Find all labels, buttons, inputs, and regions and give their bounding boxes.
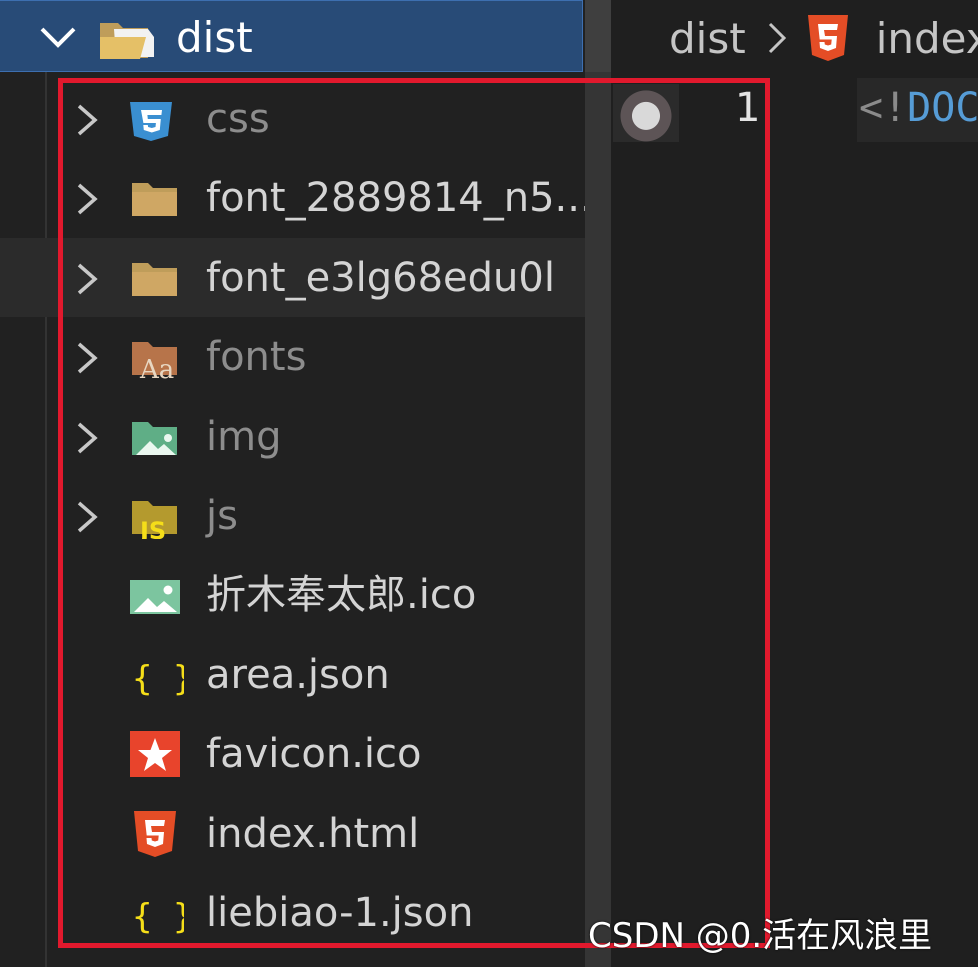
image-file-icon (130, 580, 180, 615)
editor-pane: dist index 1 <!DOC (611, 0, 978, 967)
svg-text:{ }: { } (132, 897, 184, 936)
breadcrumb: dist index (669, 10, 978, 66)
chevron-right-icon[interactable] (74, 341, 100, 375)
breadcrumb-folder[interactable]: dist (669, 14, 746, 63)
file-explorer: dist css font_2889814_n5... font_e3lg68edu… (0, 0, 593, 967)
explorer-item-label: font_2889814_n5... (206, 175, 593, 222)
explorer-item-label: liebiao-1.json (206, 890, 474, 936)
code-line[interactable]: <!DOC (859, 84, 978, 132)
explorer-item[interactable]: font_e3lg68edu0l (0, 237, 585, 317)
explorer-item[interactable]: img (0, 397, 585, 476)
explorer-item[interactable]: css (0, 79, 585, 158)
folder-dist-header[interactable]: dist (0, 0, 583, 72)
explorer-item[interactable]: font_2889814_n5... (0, 158, 593, 237)
watermark: CSDN @0.活在风浪里 (588, 916, 933, 956)
folder-open-icon (100, 23, 154, 59)
explorer-item[interactable]: { } area.json (0, 635, 585, 714)
folder-icon (132, 262, 177, 296)
svg-text:JS: JS (138, 517, 166, 539)
folder-icon (132, 183, 177, 217)
chevron-down-icon (40, 27, 76, 48)
svg-text:Aa: Aa (139, 355, 174, 380)
svg-text:{ }: { } (132, 659, 184, 698)
scrollbar-thumb[interactable] (585, 0, 611, 72)
chevron-right-icon[interactable] (74, 103, 100, 137)
explorer-item-label: font_e3lg68edu0l (206, 254, 555, 301)
explorer-item-label: index.html (206, 810, 420, 857)
explorer-item-label: css (206, 96, 270, 142)
favicon-icon (130, 731, 180, 778)
html5-icon (134, 810, 176, 857)
line-number: 1 (735, 85, 761, 131)
code-punct: <! (859, 85, 908, 131)
scrollbar[interactable] (585, 0, 611, 967)
chevron-right-icon[interactable] (74, 182, 100, 216)
image-folder-icon (132, 421, 177, 455)
explorer-item-label: js (206, 493, 238, 539)
code-keyword: DOC (907, 85, 978, 131)
js-folder-icon: JS (132, 501, 177, 539)
explorer-item-label: img (206, 413, 282, 460)
avatar (613, 84, 679, 142)
explorer-item-label: fonts (206, 334, 307, 381)
explorer-item[interactable]: Aa fonts (0, 317, 585, 396)
css-folder-icon (130, 102, 172, 141)
folder-name: dist (176, 13, 253, 62)
html5-icon (807, 15, 848, 61)
fonts-folder-icon: Aa (132, 342, 177, 380)
json-icon: { } (132, 897, 184, 936)
explorer-item-label: 折木奉太郎.ico (206, 572, 477, 619)
explorer-item[interactable]: JS js (0, 476, 585, 555)
chevron-right-icon (768, 22, 786, 54)
explorer-item[interactable]: 折木奉太郎.ico (0, 555, 585, 634)
explorer-item-label: favicon.ico (206, 731, 422, 778)
breadcrumb-file[interactable]: index (876, 14, 978, 63)
chevron-right-icon[interactable] (74, 262, 100, 296)
json-icon: { } (132, 659, 184, 698)
explorer-item[interactable]: { } liebiao-1.json (0, 873, 585, 952)
explorer-item-label: area.json (206, 651, 390, 698)
chevron-right-icon[interactable] (74, 500, 100, 534)
explorer-item[interactable]: favicon.ico (0, 714, 585, 793)
explorer-item[interactable]: index.html (0, 794, 585, 873)
chevron-right-icon[interactable] (74, 421, 100, 455)
